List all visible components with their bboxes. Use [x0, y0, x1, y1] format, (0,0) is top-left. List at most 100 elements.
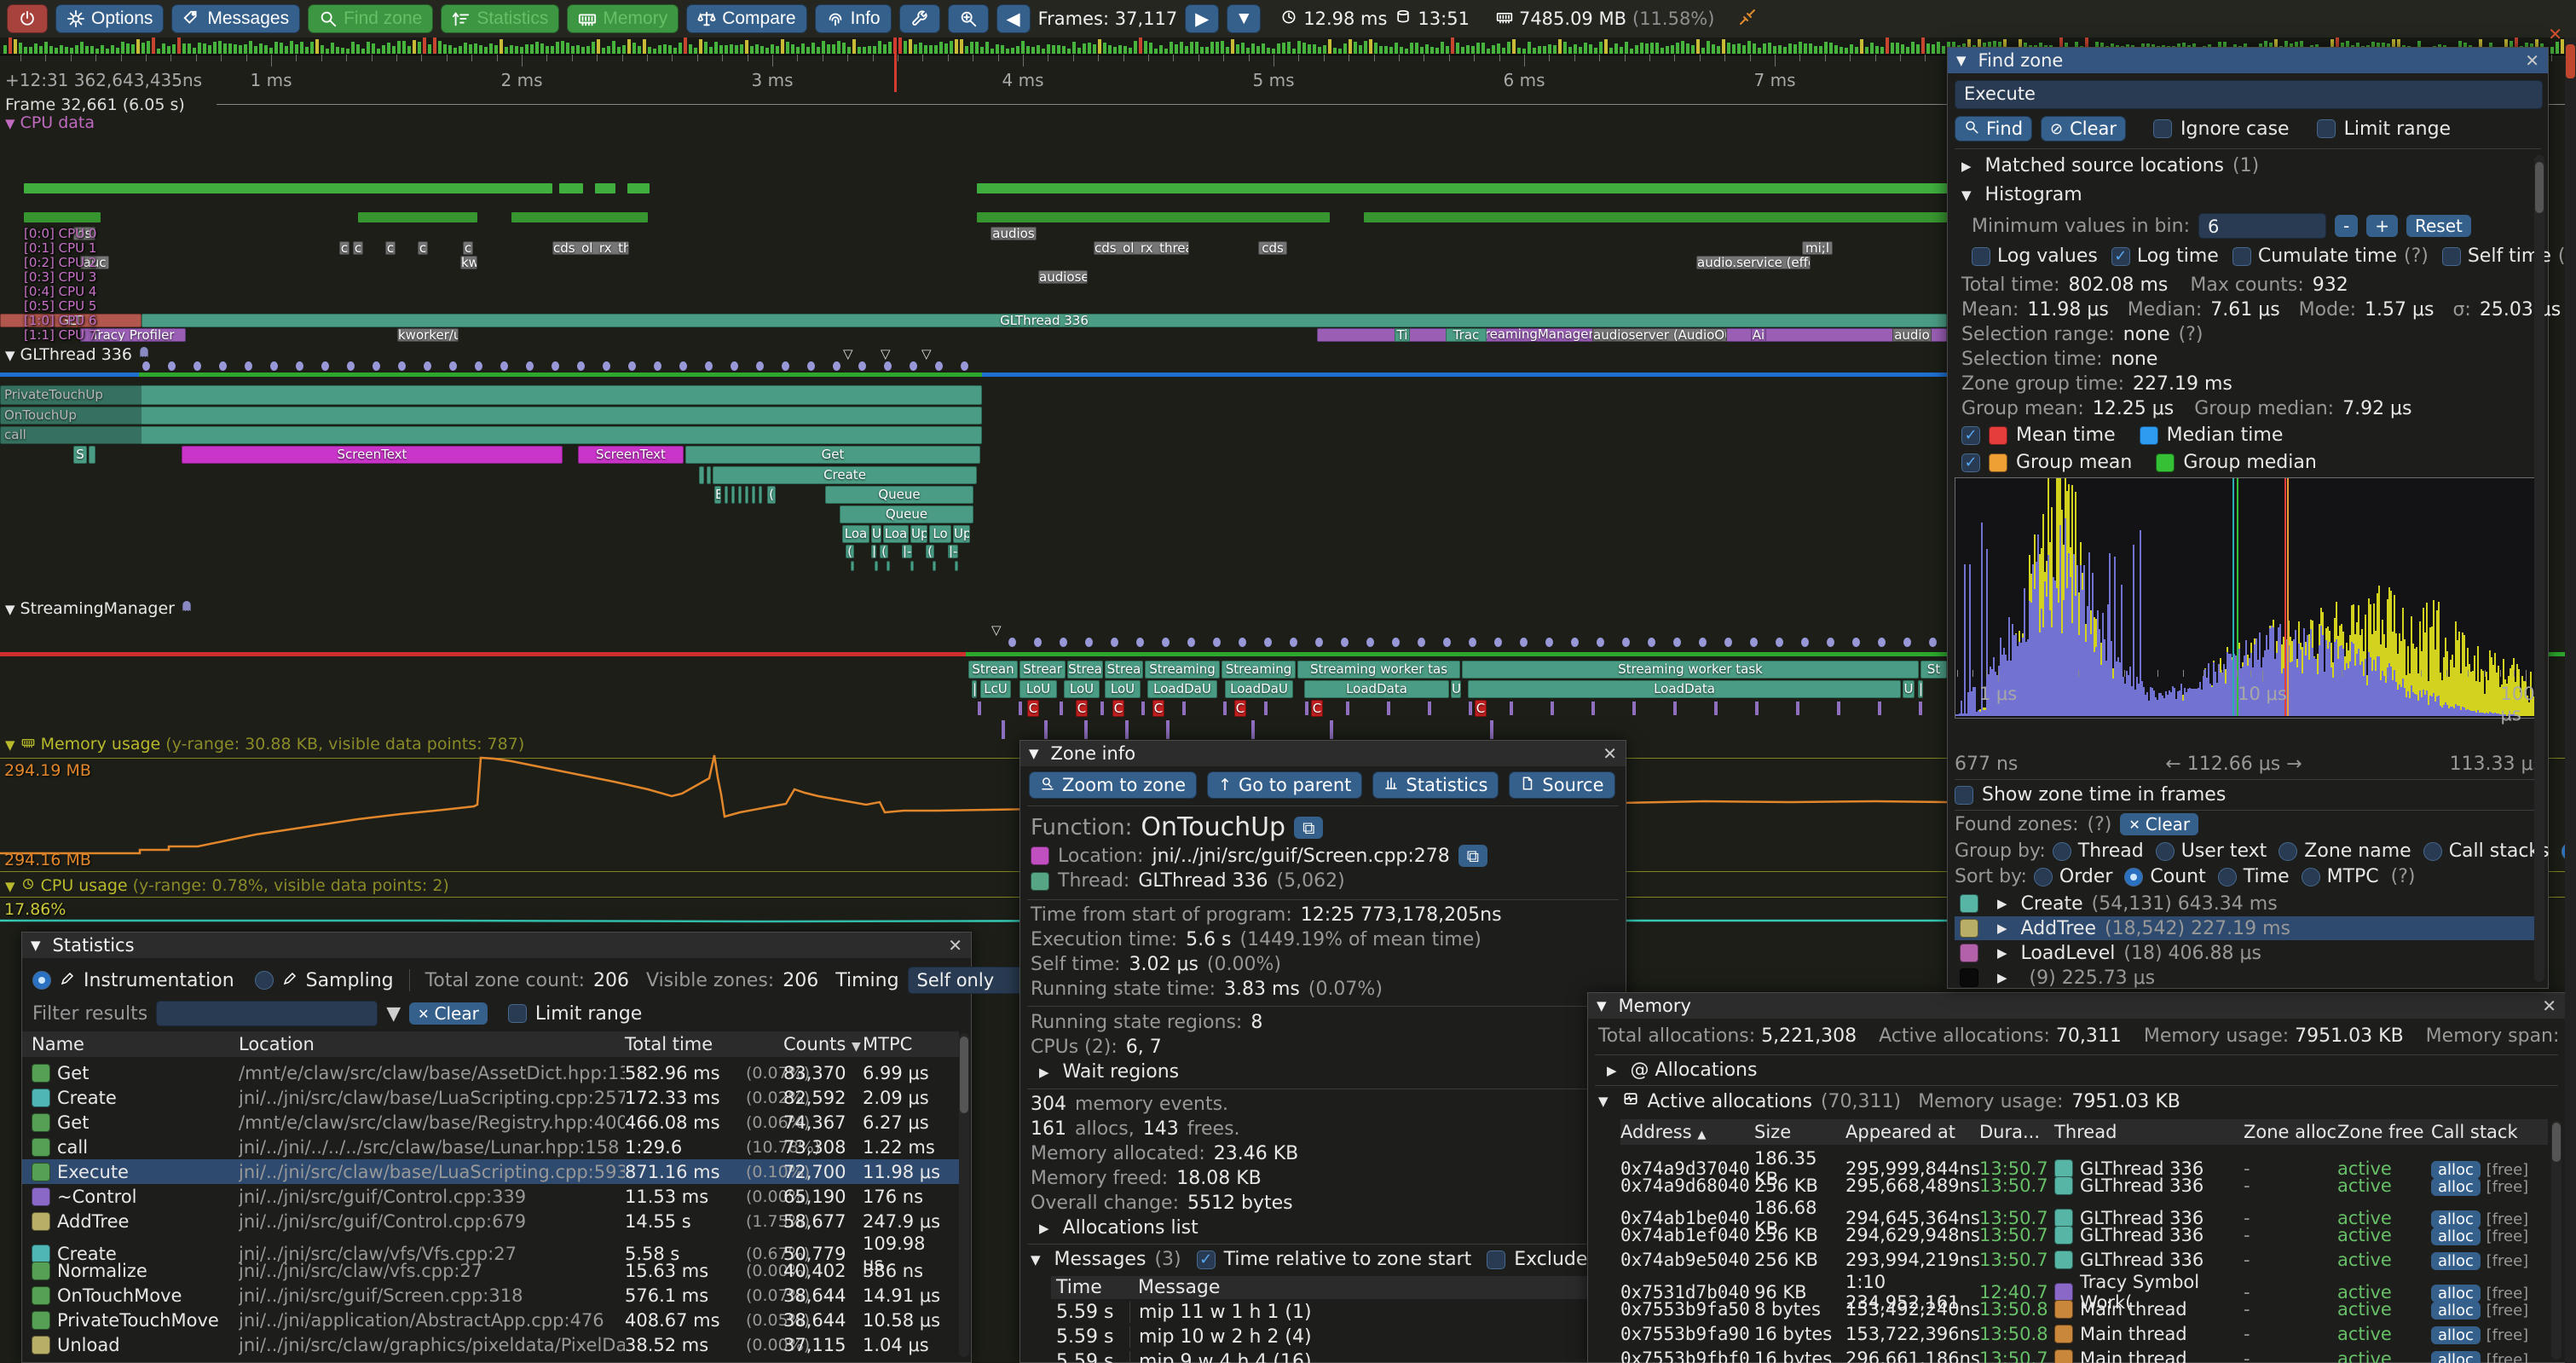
cpu-zone[interactable]: cds_ol_rx_thr — [552, 241, 629, 255]
bin-plus-button[interactable]: + — [2366, 215, 2398, 237]
cpu-zone[interactable]: cds_ol_rx_threa — [1094, 241, 1189, 255]
zone-info-title-bar[interactable]: ▼ Zone info ✕ — [1020, 741, 1626, 766]
gl-zone[interactable] — [731, 486, 735, 504]
time-relative-checkbox[interactable]: ✓ — [1197, 1250, 1216, 1269]
stream-zone[interactable]: LoU — [1105, 680, 1141, 698]
sample-dot[interactable] — [296, 361, 303, 371]
cpu-zone[interactable]: c — [385, 241, 396, 255]
found-zone-group[interactable]: ▶Create(54,131) 643.34 ms — [1955, 892, 2541, 915]
cpu-zone[interactable]: c — [418, 241, 428, 255]
gl-zone[interactable]: |- — [948, 545, 958, 558]
sample-dot[interactable] — [1622, 638, 1630, 647]
sample-dot[interactable] — [833, 361, 840, 371]
gl-zone[interactable] — [699, 466, 704, 484]
stream-zone[interactable]: Strean — [968, 661, 1018, 679]
stream-zone[interactable]: C — [1234, 700, 1246, 717]
sample-dot[interactable] — [1724, 638, 1732, 647]
cpu-zone[interactable]: mi;l — [1802, 241, 1833, 255]
sample-dot[interactable] — [884, 361, 892, 371]
sample-dot[interactable] — [1418, 638, 1425, 647]
cpu-zone[interactable]: GLThread 336 — [142, 314, 1947, 327]
sample-dot[interactable] — [552, 361, 559, 371]
ignore-case-checkbox[interactable] — [2153, 119, 2172, 138]
stream-zone[interactable]: Streaming — [1145, 661, 1220, 679]
sample-dot[interactable] — [526, 361, 534, 371]
find-zone-button[interactable]: Find zone — [308, 4, 433, 33]
wait-regions-toggle[interactable]: ▶Wait regions — [1039, 1061, 1179, 1083]
find-zone-query-input[interactable]: Execute — [1955, 80, 2543, 109]
zone-statistics-button[interactable]: Statistics — [1372, 771, 1499, 799]
alloc-callstack-button[interactable]: alloc — [2431, 1227, 2481, 1245]
message-row[interactable]: 5.59 smip 11 w 1 h 1 (1) — [1051, 1302, 1602, 1323]
section-header[interactable]: ▼ CPU usage (y-range: 0.78%, visible dat… — [5, 876, 449, 895]
sample-dot[interactable] — [935, 361, 943, 371]
sampling-radio[interactable] — [255, 971, 274, 990]
sample-dot[interactable] — [424, 361, 431, 371]
gl-zone[interactable]: Get — [685, 446, 980, 464]
table-row[interactable]: Createjni/../jni/src/claw/base/LuaScript… — [22, 1085, 959, 1110]
stream-zone[interactable]: LoadData — [1304, 680, 1449, 698]
sample-dot[interactable] — [1162, 638, 1170, 647]
stream-zone[interactable]: St — [1920, 661, 1947, 679]
sample-dot[interactable] — [1264, 638, 1272, 647]
sample-dot[interactable] — [628, 361, 636, 371]
zoom-to-zone-button[interactable]: Zoom to zone — [1029, 771, 1197, 799]
gl-zone[interactable]: | — [871, 545, 876, 558]
instrumentation-radio[interactable] — [32, 971, 51, 990]
collapse-icon[interactable]: ▼ — [31, 938, 41, 953]
table-row[interactable]: 0x7531d7b04096 KB1:10 234,952,16112:40.7… — [1620, 1272, 2548, 1297]
gl-zone[interactable] — [910, 561, 914, 571]
limit-range-checkbox[interactable] — [2317, 119, 2336, 138]
sort-by-radio-order[interactable] — [2034, 868, 2053, 887]
scrollbar-thumb[interactable] — [2566, 44, 2575, 78]
gl-zone[interactable]: Queue — [825, 486, 973, 504]
prev-frame-button[interactable]: ◀ — [996, 4, 1031, 33]
sample-dot[interactable] — [1545, 638, 1553, 647]
gl-zone[interactable]: ( — [846, 545, 854, 558]
clear-filter-button[interactable]: ✕Clear — [409, 1002, 488, 1025]
sample-dot[interactable] — [1085, 638, 1093, 647]
gl-zone[interactable] — [875, 561, 878, 571]
gl-zone[interactable]: E — [714, 486, 721, 504]
sample-dot[interactable] — [603, 361, 610, 371]
sample-dot[interactable] — [1903, 638, 1911, 647]
cpu-zone[interactable]: Ai — [1751, 328, 1766, 342]
alloc-callstack-button[interactable]: alloc — [2431, 1252, 2481, 1270]
sample-dot[interactable] — [1878, 638, 1886, 647]
legend-checkbox[interactable]: ✓ — [1961, 426, 1980, 445]
table-row[interactable]: Unloadjni/../jni/src/claw/graphics/pixel… — [22, 1332, 959, 1357]
cpu-zone[interactable]: c — [339, 241, 349, 255]
cpu-zone[interactable]: c — [353, 241, 363, 255]
gl-zone[interactable] — [0, 426, 142, 444]
memory-button[interactable]: Memory — [567, 4, 679, 33]
sample-dot[interactable] — [1852, 638, 1860, 647]
collapse-icon[interactable]: ▼ — [1597, 998, 1607, 1014]
cpu-zone[interactable]: kw — [460, 256, 477, 269]
gl-zone[interactable]: ScreenText — [578, 446, 684, 464]
gl-zone[interactable]: call — [0, 426, 982, 444]
gl-zone[interactable]: S — [73, 446, 87, 464]
sample-dot[interactable] — [1597, 638, 1604, 647]
sample-dot[interactable] — [1366, 638, 1374, 647]
gl-zone[interactable] — [887, 561, 890, 571]
sample-dot[interactable] — [1494, 638, 1502, 647]
sample-dot[interactable] — [1290, 638, 1297, 647]
collapsed-zone-marker[interactable]: ▽ — [921, 346, 932, 361]
statistics-title-bar[interactable]: ▼ Statistics ✕ — [22, 933, 971, 958]
cpu-zone[interactable]: kworker/u — [397, 328, 459, 342]
main-scrollbar[interactable] — [2565, 38, 2576, 1363]
cpu-zone[interactable]: audio — [1892, 328, 1932, 342]
stream-zone[interactable]: LoadDaU — [1225, 680, 1293, 698]
next-frame-button[interactable]: ▶ — [1185, 4, 1219, 33]
gl-zone[interactable] — [745, 486, 748, 504]
sample-dot[interactable] — [1341, 638, 1349, 647]
close-icon[interactable]: ✕ — [948, 935, 962, 956]
sample-dot[interactable] — [910, 361, 917, 371]
stream-zone[interactable]: C — [1027, 700, 1039, 717]
stream-zone[interactable]: LoU — [1064, 680, 1100, 698]
sample-dot[interactable] — [1699, 638, 1707, 647]
section-header[interactable]: ▼StreamingManager — [5, 598, 193, 618]
close-icon[interactable]: ✕ — [2525, 50, 2539, 71]
table-row[interactable]: 0x74ab1be040186.68 KB294,645,364ns13:50.… — [1620, 1198, 2548, 1222]
sample-dot[interactable] — [961, 361, 968, 371]
